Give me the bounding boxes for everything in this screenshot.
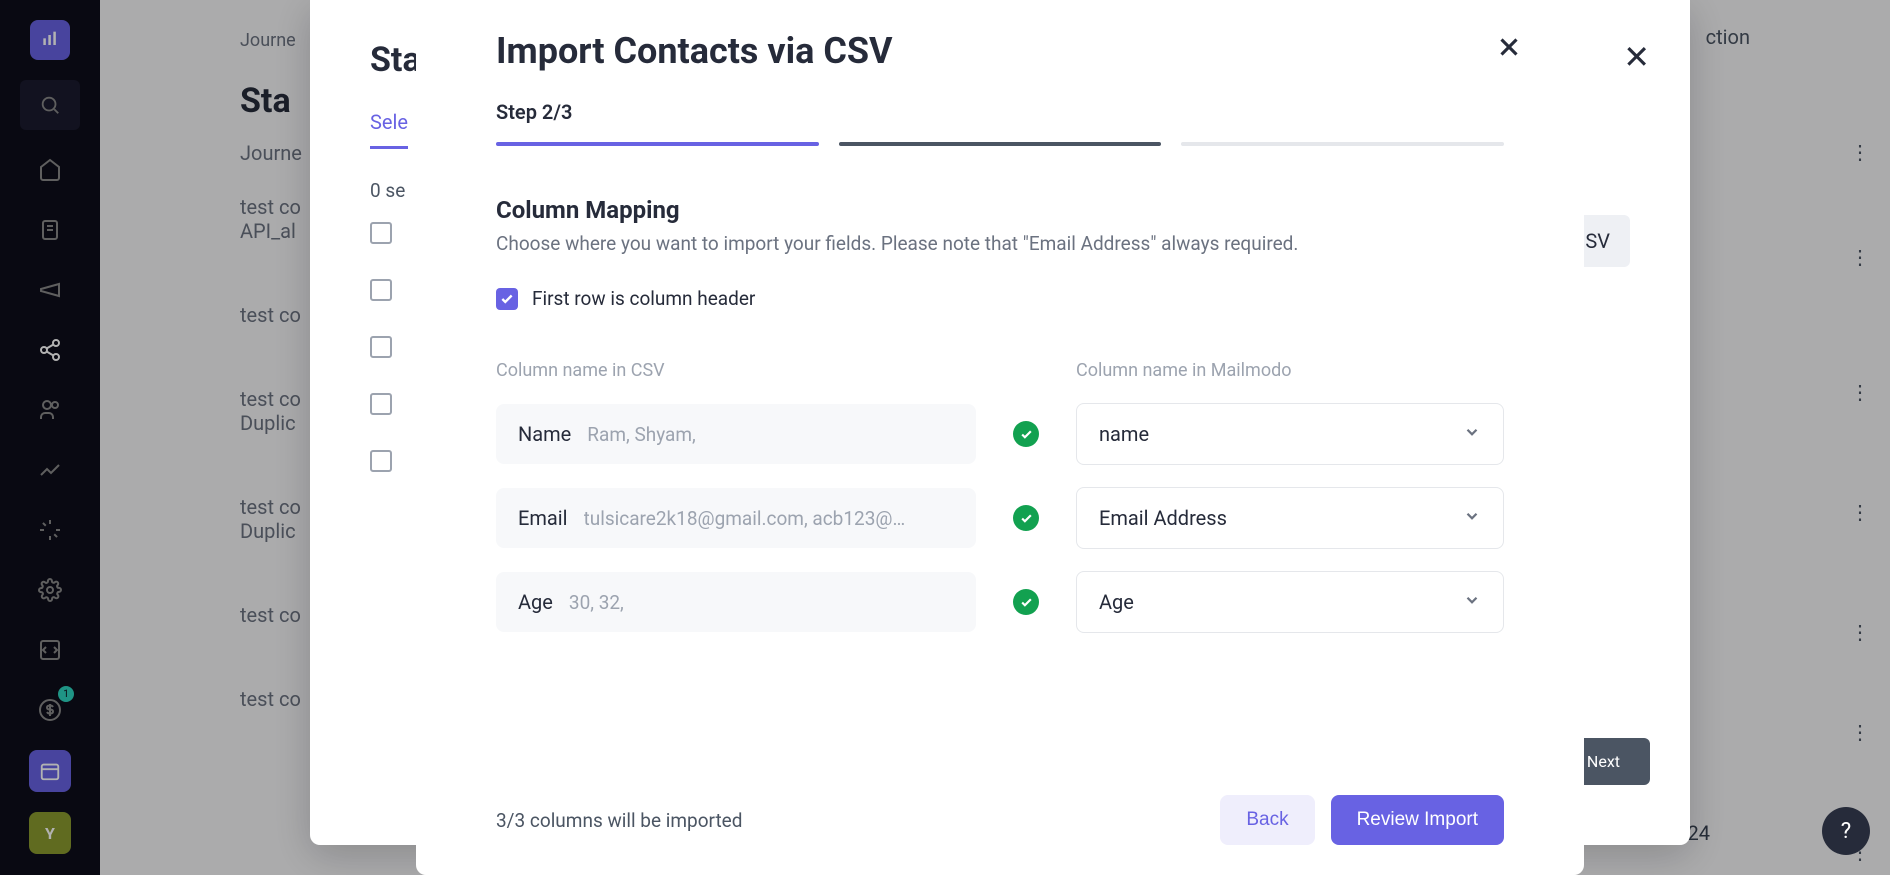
help-button[interactable]: ? [1822, 807, 1870, 855]
select-label: Age [1099, 590, 1134, 614]
csv-column-header: Column name in CSV [496, 360, 976, 381]
close-icon[interactable] [1494, 32, 1524, 66]
csv-column-name: Name [518, 422, 571, 446]
review-import-button[interactable]: Review Import [1331, 795, 1504, 845]
mailmodo-field-select[interactable]: Email Address [1076, 487, 1504, 549]
select-label: name [1099, 422, 1149, 446]
progress-step-2 [839, 142, 1162, 146]
csv-column-sample: 30, 32, [569, 591, 624, 614]
check-icon [1013, 589, 1039, 615]
step-indicator: Step 2/3 [496, 100, 1504, 124]
check-icon [1013, 421, 1039, 447]
progress-indicator [496, 142, 1504, 146]
checkbox-checked-icon [496, 288, 518, 310]
checkbox-label: First row is column header [532, 287, 755, 310]
progress-step-3 [1181, 142, 1504, 146]
back-button[interactable]: Back [1220, 795, 1314, 845]
import-csv-modal: Import Contacts via CSV Step 2/3 Column … [416, 0, 1584, 875]
chevron-down-icon [1463, 507, 1481, 529]
csv-column-name: Email [518, 506, 568, 530]
progress-step-1 [496, 142, 819, 146]
mailmodo-field-select[interactable]: name [1076, 403, 1504, 465]
csv-column-box: Name Ram, Shyam, [496, 404, 976, 464]
close-icon[interactable]: ✕ [1623, 38, 1650, 76]
modal-title: Import Contacts via CSV [496, 30, 1504, 72]
csv-column-box: Email tulsicare2k18@gmail.com, acb123@g.… [496, 488, 976, 548]
csv-column-sample: tulsicare2k18@gmail.com, acb123@g... [584, 507, 914, 530]
mapping-row: Email tulsicare2k18@gmail.com, acb123@g.… [496, 487, 1504, 549]
mapping-row: Name Ram, Shyam, name [496, 403, 1504, 465]
section-title: Column Mapping [496, 196, 1504, 224]
import-summary: 3/3 columns will be imported [496, 809, 742, 832]
first-row-header-checkbox[interactable]: First row is column header [496, 287, 1504, 310]
csv-column-sample: Ram, Shyam, [587, 423, 696, 446]
chevron-down-icon [1463, 591, 1481, 613]
chevron-down-icon [1463, 423, 1481, 445]
mailmodo-field-select[interactable]: Age [1076, 571, 1504, 633]
mailmodo-column-header: Column name in Mailmodo [1076, 360, 1504, 381]
csv-column-box: Age 30, 32, [496, 572, 976, 632]
select-label: Email Address [1099, 506, 1227, 530]
check-icon [1013, 505, 1039, 531]
mapping-row: Age 30, 32, Age [496, 571, 1504, 633]
csv-column-name: Age [518, 590, 553, 614]
section-description: Choose where you want to import your fie… [496, 232, 1504, 255]
